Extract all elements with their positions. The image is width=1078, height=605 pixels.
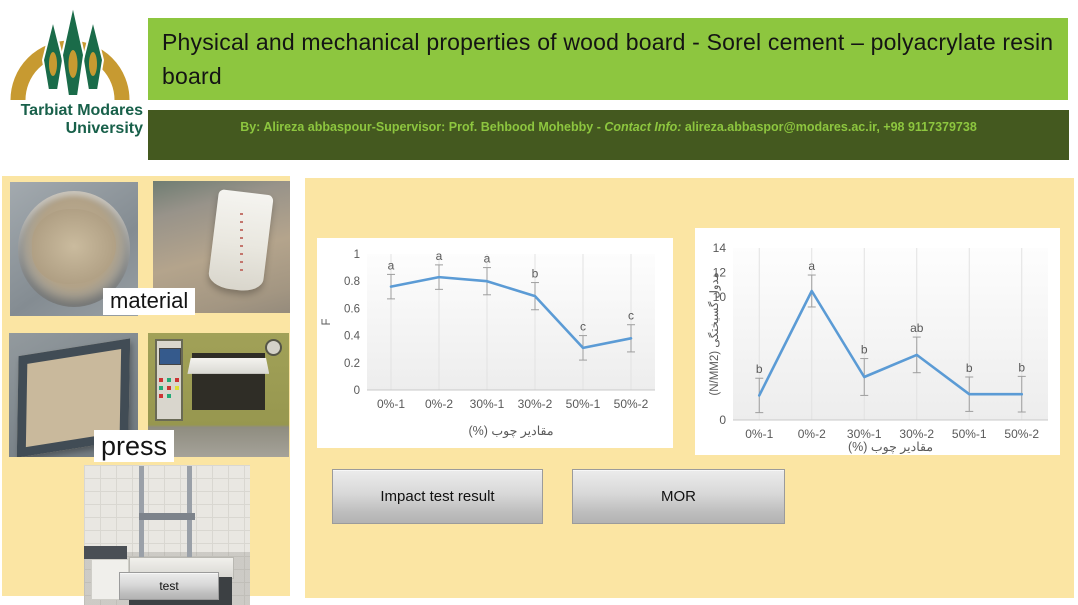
svg-text:0: 0 xyxy=(354,385,360,397)
press-buttons xyxy=(159,378,163,382)
svg-text:0%-1: 0%-1 xyxy=(745,427,773,441)
press-tray xyxy=(187,358,269,374)
svg-text:a: a xyxy=(388,258,395,272)
contact-info-label: Contact Info: xyxy=(604,120,681,134)
svg-text:c: c xyxy=(628,309,634,323)
svg-text:0.2: 0.2 xyxy=(344,358,360,370)
svg-text:a: a xyxy=(808,259,815,273)
material-label: material xyxy=(103,288,195,315)
byline-text: By: Alireza abbaspour-Supervisor: Prof. … xyxy=(240,120,604,134)
svg-text:0%-2: 0%-2 xyxy=(425,397,453,411)
svg-text:0%-2: 0%-2 xyxy=(798,427,826,441)
logo-trees xyxy=(43,5,103,96)
svg-text:0: 0 xyxy=(719,413,726,427)
svg-text:0%-1: 0%-1 xyxy=(377,397,405,411)
svg-text:0.6: 0.6 xyxy=(344,303,360,315)
svg-text:14: 14 xyxy=(713,241,727,255)
svg-text:ab: ab xyxy=(910,321,924,335)
svg-text:1: 1 xyxy=(354,249,360,261)
mor-chart: 01012140%-10%-230%-130%-250%-150%-2babab… xyxy=(695,228,1060,455)
photo-panel: material press test xyxy=(2,176,290,596)
svg-text:50%-1: 50%-1 xyxy=(952,427,987,441)
cup-scale-marks xyxy=(240,213,243,271)
university-logo: Tarbiat Modares University xyxy=(6,2,146,142)
press-gauge xyxy=(265,339,282,356)
svg-text:b: b xyxy=(861,343,868,357)
test-button[interactable]: test xyxy=(119,572,219,600)
impact-test-result-button[interactable]: Impact test result xyxy=(332,469,543,524)
svg-text:c: c xyxy=(580,320,586,334)
contact-info-value: alireza.abbaspor@modares.ac.ir, +98 9117… xyxy=(681,120,976,134)
svg-text:مقادیر چوب (%): مقادیر چوب (%) xyxy=(468,424,553,439)
svg-text:a: a xyxy=(484,252,491,266)
svg-text:مدول گسیختگی (N/MM2): مدول گسیختگی (N/MM2) xyxy=(707,272,721,395)
svg-text:30%-2: 30%-2 xyxy=(899,427,934,441)
mor-button[interactable]: MOR xyxy=(572,469,785,524)
svg-text:0.4: 0.4 xyxy=(344,331,361,343)
svg-text:30%-1: 30%-1 xyxy=(470,397,505,411)
press-screen xyxy=(159,348,181,365)
svg-text:50%-1: 50%-1 xyxy=(566,397,601,411)
press-label: press xyxy=(94,430,174,462)
impact-chart: 0 0.2 0.4 0.6 0.8 1 0%-1 0%-2 30%-1 30%-2 50%-1 50%… xyxy=(317,238,673,448)
logo-text-line2: University xyxy=(66,120,143,137)
svg-text:b: b xyxy=(966,361,973,375)
svg-text:F: F xyxy=(321,318,333,325)
svg-text:a: a xyxy=(436,249,443,263)
svg-text:50%-2: 50%-2 xyxy=(614,397,649,411)
svg-text:مقادیر چوب (%): مقادیر چوب (%) xyxy=(848,440,933,455)
test-crosshead xyxy=(139,513,195,520)
results-panel: 0 0.2 0.4 0.6 0.8 1 0%-1 0%-2 30%-1 30%-2 50%-1 50%… xyxy=(305,178,1074,598)
svg-text:b: b xyxy=(1018,360,1025,374)
svg-text:30%-1: 30%-1 xyxy=(847,427,882,441)
svg-text:30%-2: 30%-2 xyxy=(518,397,553,411)
svg-text:b: b xyxy=(756,362,763,376)
svg-text:50%-2: 50%-2 xyxy=(1004,427,1039,441)
logo-text-line1: Tarbiat Modares xyxy=(21,102,144,119)
svg-text:0.8: 0.8 xyxy=(344,276,360,288)
lab-bench xyxy=(84,546,127,559)
svg-text:b: b xyxy=(532,267,539,281)
poster: { "header": { "logo": { "line1": "Tarbia… xyxy=(0,0,1078,605)
poster-title: Physical and mechanical properties of wo… xyxy=(148,18,1068,100)
author-bar: By: Alireza abbaspour-Supervisor: Prof. … xyxy=(148,110,1069,160)
